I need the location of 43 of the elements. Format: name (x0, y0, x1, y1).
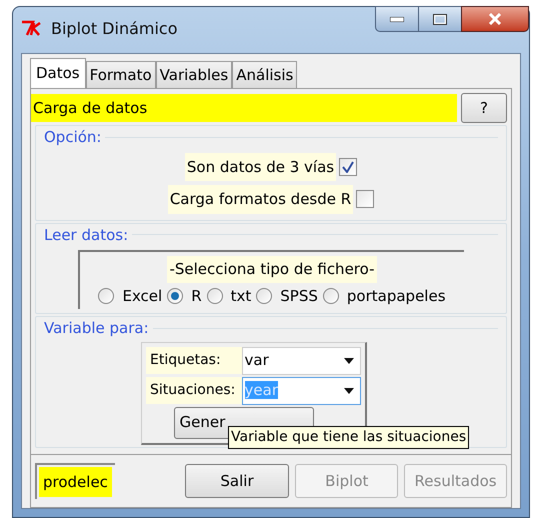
minimize-icon (390, 16, 404, 22)
maximize-icon (433, 14, 447, 24)
radio-label: Excel (122, 286, 162, 306)
radio-label: R (191, 286, 202, 306)
dropdown-arrow-icon (344, 388, 354, 394)
radio-button[interactable] (322, 288, 339, 304)
dataset-label: prodelec (39, 466, 112, 497)
combo-value: var (244, 350, 270, 372)
window-title: Biplot Dinámico (51, 18, 178, 40)
close-icon (488, 13, 502, 25)
radio-button[interactable] (98, 288, 114, 304)
field-label: Etiquetas: (146, 347, 242, 374)
maximize-button[interactable] (419, 6, 461, 32)
check-icon (342, 160, 354, 173)
tooltip: Variable que tiene las situaciones (228, 426, 470, 448)
tab[interactable]: Análisis (232, 61, 298, 88)
tk-logo-icon (21, 19, 43, 37)
combo-value: year (244, 380, 280, 402)
radio-label: SPSS (280, 286, 318, 306)
checkbox[interactable] (356, 190, 374, 208)
tab[interactable]: Variables (156, 61, 232, 88)
section-legend: Variable para: (44, 317, 149, 340)
minimize-button[interactable] (375, 6, 419, 32)
radio-button[interactable] (256, 288, 272, 304)
checkbox-label: Son datos de 3 vías (184, 152, 336, 181)
section-legend: Opción: (44, 126, 102, 148)
radio-button[interactable] (167, 288, 184, 304)
dialog-button[interactable]: Salir (184, 464, 290, 498)
combo-box[interactable]: var (242, 346, 361, 374)
panel-title: Carga de datos (32, 98, 148, 119)
section-legend: Leer datos: (44, 224, 128, 246)
radio-label: txt (230, 286, 252, 306)
group-title: -Selecciona tipo de fichero- (167, 256, 377, 282)
tab[interactable]: Datos (30, 58, 86, 88)
radio-button[interactable] (206, 288, 223, 304)
radio-label: portapapeles (346, 286, 446, 306)
close-button[interactable] (461, 6, 529, 32)
tab[interactable]: Formato (86, 61, 156, 88)
help-button[interactable]: ? (461, 93, 507, 123)
checkbox-label: Carga formatos desde R (168, 185, 354, 214)
checkbox[interactable] (339, 158, 358, 176)
field-label: Situaciones: (146, 377, 242, 404)
dropdown-arrow-icon (344, 358, 354, 364)
